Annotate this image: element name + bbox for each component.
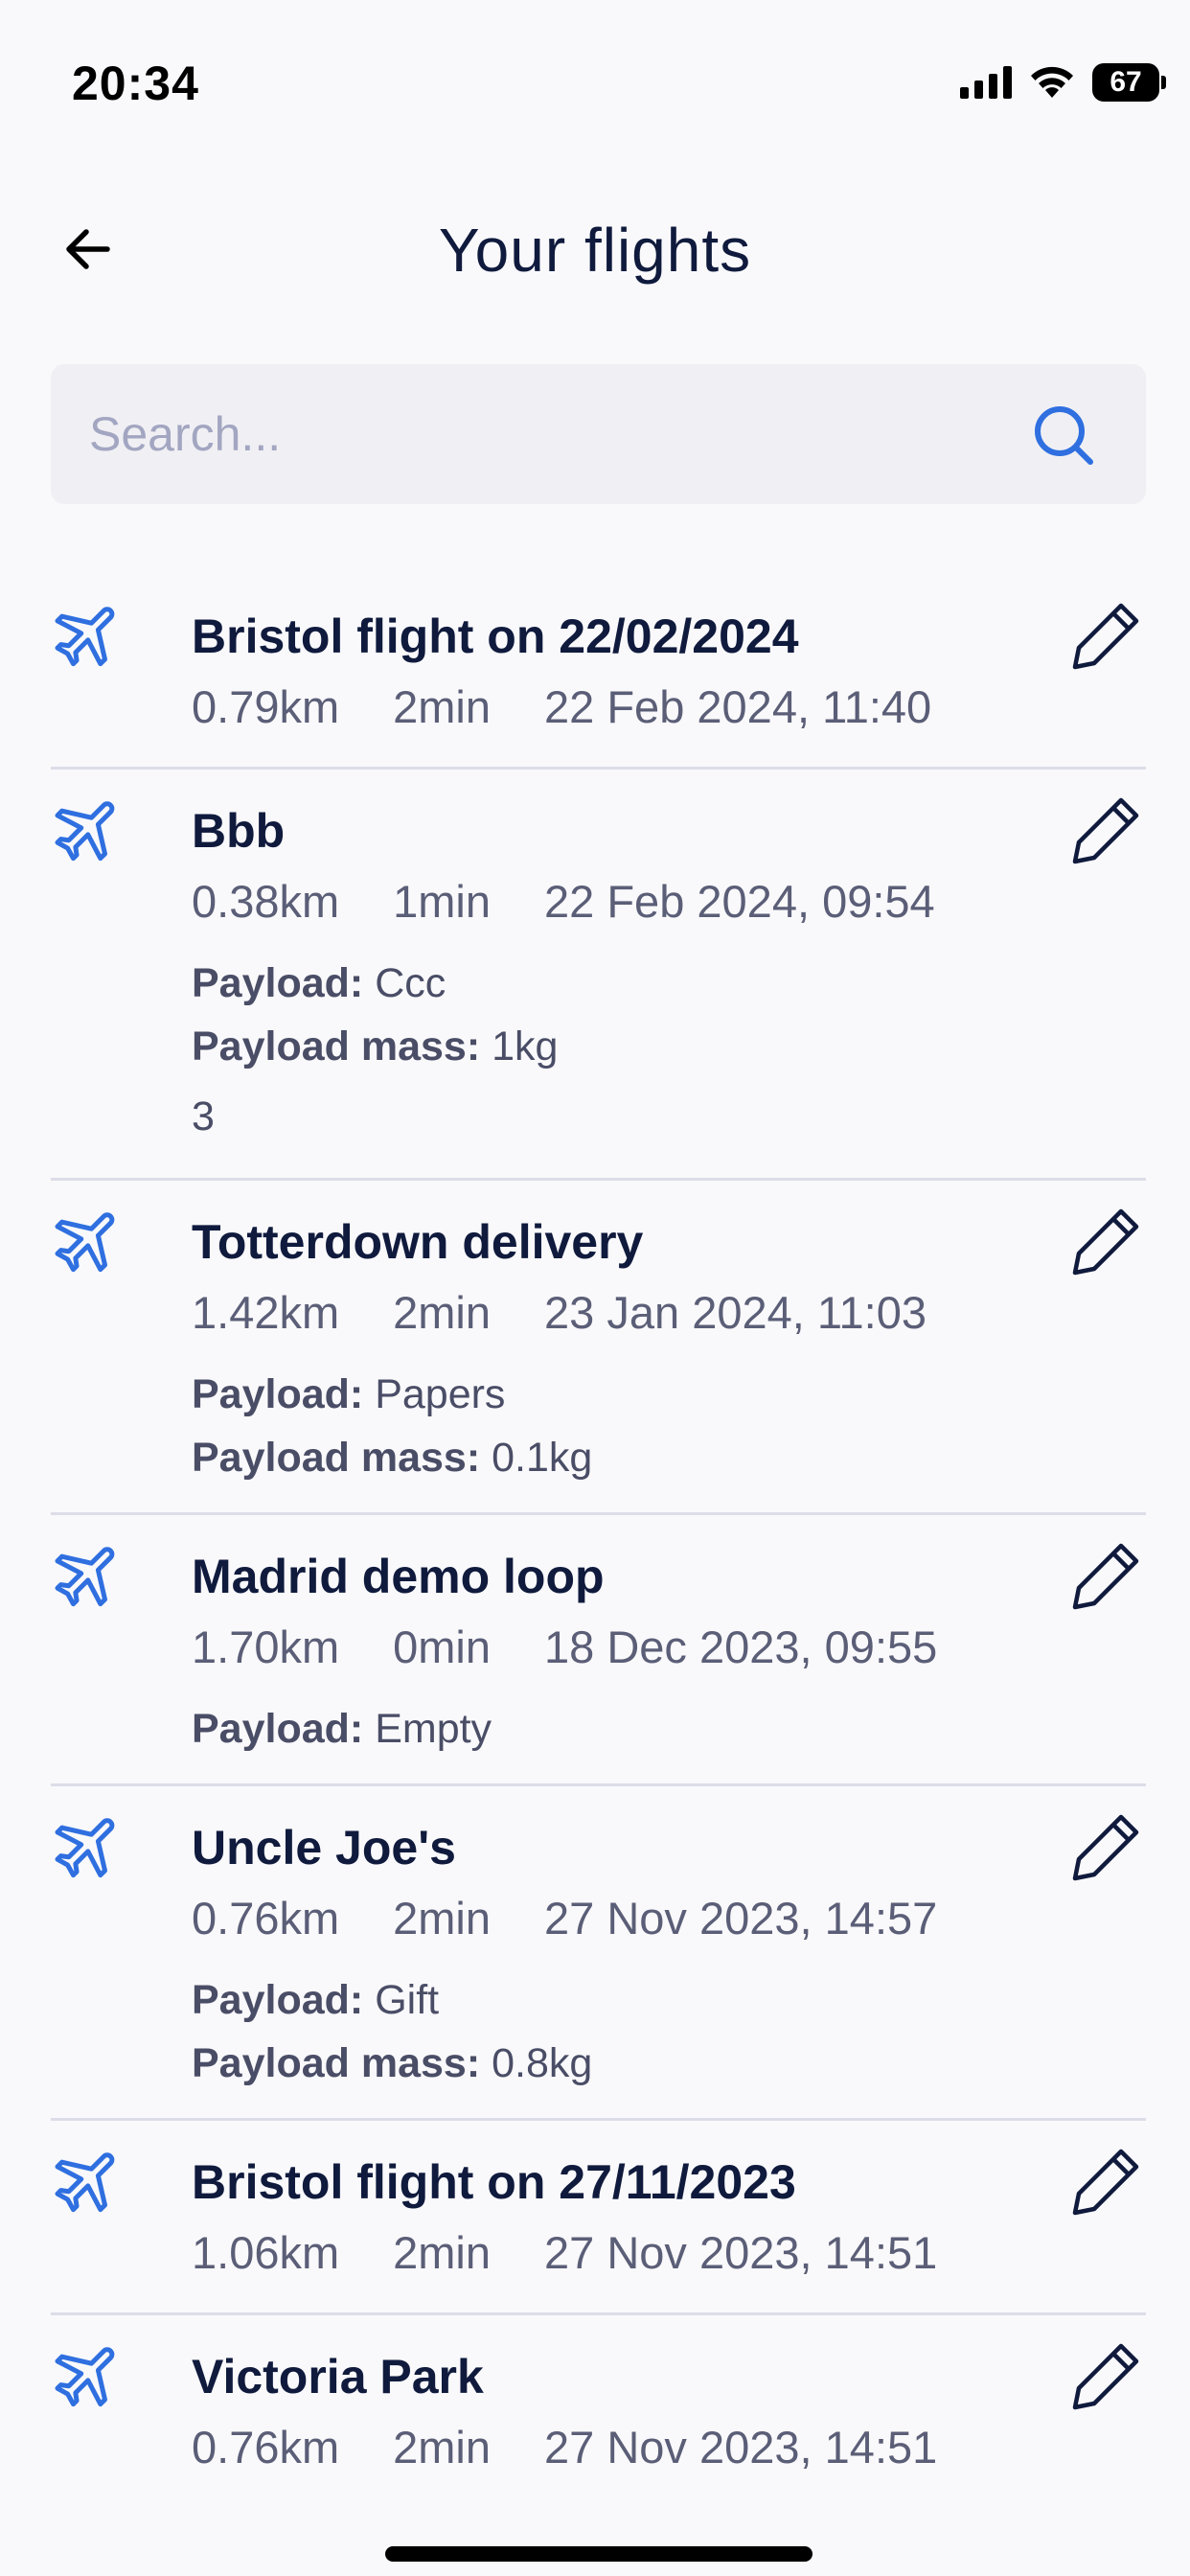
flight-duration: 2min bbox=[393, 681, 492, 732]
flight-distance: 1.70km bbox=[192, 1622, 340, 1672]
flight-meta: 0.79km 2min 22 Feb 2024, 11:40 bbox=[192, 671, 1146, 744]
airplane-icon bbox=[55, 1818, 115, 1878]
flight-name: Bristol flight on 27/11/2023 bbox=[192, 2155, 796, 2209]
wifi-icon bbox=[1031, 66, 1073, 98]
edit-pencil-icon[interactable] bbox=[1065, 1536, 1146, 1617]
flight-list: Bristol flight on 22/02/2024 0.79km 2min… bbox=[0, 575, 1190, 2482]
flight-details: Payload: Papers Payload mass: 0.1kg bbox=[192, 1363, 1146, 1489]
flight-duration: 2min bbox=[393, 1893, 492, 1944]
payload-mass-label: Payload mass: bbox=[192, 1435, 481, 1481]
flight-list-item[interactable]: Uncle Joe's 0.76km 2min 27 Nov 2023, 14:… bbox=[51, 1786, 1146, 2121]
flight-distance: 0.38km bbox=[192, 876, 340, 927]
edit-pencil-icon[interactable] bbox=[1065, 1807, 1146, 1888]
flight-date: 18 Dec 2023, 09:55 bbox=[544, 1622, 938, 1672]
edit-pencil-icon[interactable] bbox=[1065, 1202, 1146, 1282]
flight-name: Bristol flight on 22/02/2024 bbox=[192, 610, 799, 663]
payload-mass-value: 0.8kg bbox=[492, 2040, 593, 2086]
flight-duration: 1min bbox=[393, 876, 492, 927]
flight-payload-mass: Payload mass: 1kg bbox=[192, 1015, 1146, 1078]
flight-distance: 1.42km bbox=[192, 1287, 340, 1338]
status-time: 20:34 bbox=[72, 57, 199, 110]
flight-distance: 0.76km bbox=[192, 2422, 340, 2472]
flight-name: Uncle Joe's bbox=[192, 1821, 456, 1874]
flight-date: 27 Nov 2023, 14:51 bbox=[544, 2422, 938, 2472]
airplane-icon bbox=[55, 1212, 115, 1273]
edit-pencil-icon[interactable] bbox=[1065, 596, 1146, 677]
flight-date: 22 Feb 2024, 09:54 bbox=[544, 876, 935, 927]
search-box bbox=[51, 364, 1146, 504]
flight-name: Victoria Park bbox=[192, 2350, 484, 2404]
flight-name: Bbb bbox=[192, 804, 286, 858]
flight-note: 3 bbox=[192, 1093, 215, 1139]
payload-mass-label: Payload mass: bbox=[192, 2040, 481, 2086]
flight-meta: 1.42km 2min 23 Jan 2024, 11:03 bbox=[192, 1276, 1146, 1349]
flight-distance: 0.76km bbox=[192, 1893, 340, 1944]
airplane-icon bbox=[55, 607, 115, 667]
flight-date: 23 Jan 2024, 11:03 bbox=[544, 1287, 927, 1338]
flight-meta: 0.38km 1min 22 Feb 2024, 09:54 bbox=[192, 865, 1146, 938]
cellular-signal-icon bbox=[960, 66, 1012, 99]
flight-name: Madrid demo loop bbox=[192, 1550, 605, 1603]
payload-value: Ccc bbox=[375, 960, 446, 1006]
airplane-icon bbox=[55, 2152, 115, 2213]
flight-payload: Payload: Ccc bbox=[192, 952, 1146, 1015]
flight-details: Payload: Gift Payload mass: 0.8kg bbox=[192, 1968, 1146, 2095]
edit-pencil-icon[interactable] bbox=[1065, 791, 1146, 871]
flight-name: Totterdown delivery bbox=[192, 1215, 644, 1269]
flight-duration: 0min bbox=[393, 1622, 492, 1672]
flight-distance: 1.06km bbox=[192, 2227, 340, 2278]
search-input[interactable] bbox=[89, 364, 1009, 504]
flight-duration: 2min bbox=[393, 2422, 492, 2472]
flight-list-item[interactable]: Totterdown delivery 1.42km 2min 23 Jan 2… bbox=[51, 1181, 1146, 1515]
flights-screen: 20:34 67 Your flights Search... Bristol … bbox=[0, 0, 1190, 2576]
flight-payload: Payload: Papers bbox=[192, 1363, 1146, 1426]
flight-date: 27 Nov 2023, 14:57 bbox=[544, 1893, 938, 1944]
payload-mass-value: 0.1kg bbox=[492, 1435, 593, 1481]
flight-list-item[interactable]: Bbb 0.38km 1min 22 Feb 2024, 09:54 Paylo… bbox=[51, 770, 1146, 1181]
payload-label: Payload: bbox=[192, 1977, 364, 2023]
flight-distance: 0.79km bbox=[192, 681, 340, 732]
flight-list-item[interactable]: Madrid demo loop 1.70km 0min 18 Dec 2023… bbox=[51, 1515, 1146, 1786]
flight-meta: 0.76km 2min 27 Nov 2023, 14:57 bbox=[192, 1882, 1146, 1955]
status-bar: 20:34 67 bbox=[0, 0, 1190, 153]
flight-date: 27 Nov 2023, 14:51 bbox=[544, 2227, 938, 2278]
airplane-icon bbox=[55, 1547, 115, 1607]
home-indicator[interactable] bbox=[385, 2546, 812, 2562]
airplane-icon bbox=[55, 801, 115, 862]
flight-payload-mass: Payload mass: 0.8kg bbox=[192, 2032, 1146, 2095]
payload-label: Payload: bbox=[192, 1371, 364, 1417]
page-title: Your flights bbox=[438, 216, 752, 285]
payload-value: Gift bbox=[375, 1977, 440, 2023]
airplane-icon bbox=[55, 2347, 115, 2407]
flight-payload: Payload: Empty bbox=[192, 1697, 1146, 1760]
flight-date: 22 Feb 2024, 11:40 bbox=[544, 681, 932, 732]
payload-label: Payload: bbox=[192, 1706, 364, 1752]
flight-list-item[interactable]: Victoria Park 0.76km 2min 27 Nov 2023, 1… bbox=[51, 2315, 1146, 2482]
flight-duration: 2min bbox=[393, 2227, 492, 2278]
flight-list-item[interactable]: Bristol flight on 27/11/2023 1.06km 2min… bbox=[51, 2121, 1146, 2315]
payload-mass-value: 1kg bbox=[492, 1024, 559, 1070]
flight-meta: 0.76km 2min 27 Nov 2023, 14:51 bbox=[192, 2411, 1146, 2482]
edit-pencil-icon[interactable] bbox=[1065, 2142, 1146, 2222]
header: Your flights bbox=[0, 192, 1190, 307]
flight-details: Payload: Empty bbox=[192, 1697, 1146, 1760]
flight-meta: 1.06km 2min 27 Nov 2023, 14:51 bbox=[192, 2217, 1146, 2289]
flight-meta: 1.70km 0min 18 Dec 2023, 09:55 bbox=[192, 1611, 1146, 1684]
payload-label: Payload: bbox=[192, 960, 364, 1006]
payload-value: Papers bbox=[375, 1371, 506, 1417]
battery-level: 67 bbox=[1110, 66, 1142, 98]
flight-payload-mass: Payload mass: 0.1kg bbox=[192, 1426, 1146, 1489]
payload-mass-label: Payload mass: bbox=[192, 1024, 481, 1070]
edit-pencil-icon[interactable] bbox=[1065, 2336, 1146, 2417]
flight-duration: 2min bbox=[393, 1287, 492, 1338]
status-icons: 67 bbox=[960, 63, 1166, 102]
search-icon[interactable] bbox=[1029, 401, 1098, 470]
payload-value: Empty bbox=[375, 1706, 492, 1752]
flight-details: Payload: Ccc Payload mass: 1kg 3 bbox=[192, 952, 1146, 1155]
battery-icon: 67 bbox=[1092, 63, 1166, 102]
flight-payload: Payload: Gift bbox=[192, 1968, 1146, 2032]
flight-list-item[interactable]: Bristol flight on 22/02/2024 0.79km 2min… bbox=[51, 575, 1146, 770]
